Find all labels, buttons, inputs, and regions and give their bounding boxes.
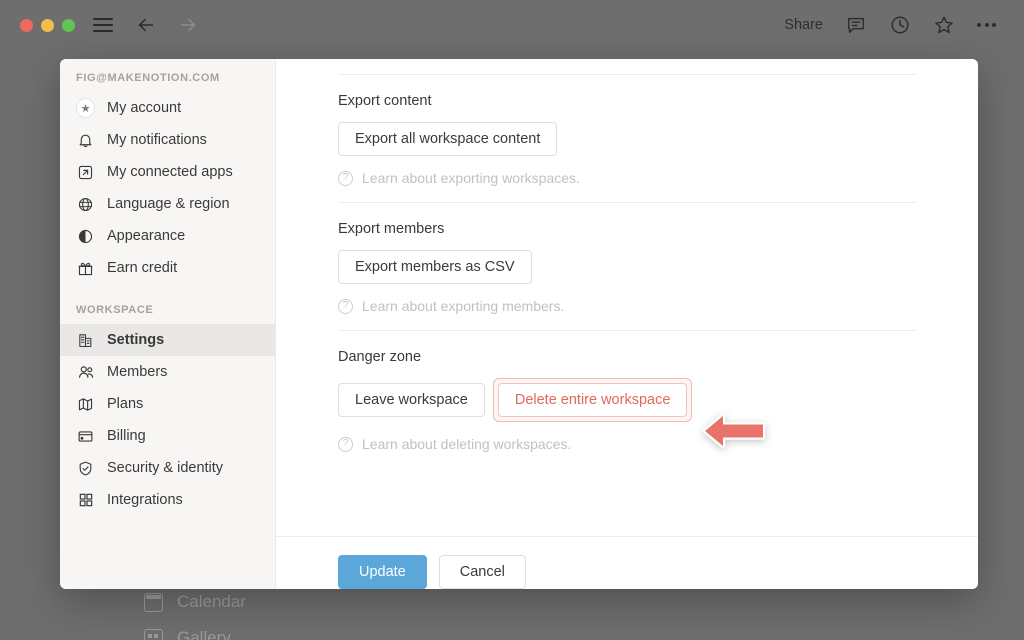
sidebar-item-security-identity[interactable]: Security & identity bbox=[60, 452, 275, 484]
danger-zone-title: Danger zone bbox=[338, 349, 928, 365]
traffic-lights bbox=[20, 19, 75, 32]
sidebar-item-label: Integrations bbox=[107, 492, 183, 508]
help-text: Learn about exporting members. bbox=[362, 298, 564, 314]
avatar-icon: ★ bbox=[76, 99, 95, 118]
forward-arrow-icon[interactable] bbox=[177, 14, 199, 36]
account-section-header: FIG@MAKENOTION.COM bbox=[60, 72, 275, 84]
external-link-icon bbox=[76, 163, 95, 182]
sidebar-item-members[interactable]: Members bbox=[60, 356, 275, 388]
gift-icon bbox=[76, 259, 95, 278]
titlebar-actions: Share bbox=[784, 14, 996, 36]
sidebar-item-appearance[interactable]: Appearance bbox=[60, 220, 275, 252]
star-icon[interactable] bbox=[933, 14, 955, 36]
sidebar-item-label: Members bbox=[107, 364, 167, 380]
sidebar-item-label: My connected apps bbox=[107, 164, 233, 180]
export-members-help[interactable]: ? Learn about exporting members. bbox=[338, 298, 928, 314]
gallery-icon bbox=[144, 629, 163, 640]
sidebar-item-label: Earn credit bbox=[107, 260, 177, 276]
window-chrome: Calendar Gallery bbox=[8, 4, 1016, 640]
sidebar-item-label: Billing bbox=[107, 428, 146, 444]
back-arrow-icon[interactable] bbox=[135, 14, 157, 36]
background-item-gallery[interactable]: Gallery bbox=[144, 628, 231, 640]
sidebar-item-label: Settings bbox=[107, 332, 164, 348]
sidebar-item-billing[interactable]: Billing bbox=[60, 420, 275, 452]
danger-zone-help[interactable]: ? Learn about deleting workspaces. bbox=[338, 436, 928, 452]
sidebar-item-integrations[interactable]: Integrations bbox=[60, 484, 275, 516]
question-mark-icon: ? bbox=[338, 299, 353, 314]
export-content-section: Export content Export all workspace cont… bbox=[326, 75, 928, 186]
more-options-icon[interactable] bbox=[977, 23, 996, 27]
danger-zone-section: Danger zone Leave workspace Delete entir… bbox=[326, 331, 928, 452]
export-all-workspace-content-button[interactable]: Export all workspace content bbox=[338, 122, 557, 156]
clock-icon[interactable] bbox=[889, 14, 911, 36]
danger-zone-actions: Leave workspace Delete entire workspace bbox=[338, 378, 928, 422]
credit-card-icon bbox=[76, 427, 95, 446]
menu-icon[interactable] bbox=[93, 18, 113, 32]
settings-content: Export content Export all workspace cont… bbox=[276, 59, 978, 589]
people-icon bbox=[76, 363, 95, 382]
settings-modal: FIG@MAKENOTION.COM ★ My account My notif… bbox=[60, 59, 978, 589]
moon-icon bbox=[76, 227, 95, 246]
navigation-arrows bbox=[135, 14, 199, 36]
export-members-section: Export members Export members as CSV ? L… bbox=[326, 203, 928, 314]
background-item-calendar[interactable]: Calendar bbox=[144, 592, 246, 612]
delete-button-highlight: Delete entire workspace bbox=[493, 378, 693, 422]
sidebar-item-label: My notifications bbox=[107, 132, 207, 148]
sidebar-item-my-connected-apps[interactable]: My connected apps bbox=[60, 156, 275, 188]
cancel-button[interactable]: Cancel bbox=[439, 555, 526, 589]
settings-sidebar: FIG@MAKENOTION.COM ★ My account My notif… bbox=[60, 59, 276, 589]
minimize-window-button[interactable] bbox=[41, 19, 54, 32]
help-text: Learn about deleting workspaces. bbox=[362, 436, 571, 452]
modal-footer: Update Cancel bbox=[276, 536, 978, 589]
update-button[interactable]: Update bbox=[338, 555, 427, 589]
export-members-as-csv-button[interactable]: Export members as CSV bbox=[338, 250, 532, 284]
titlebar: Share bbox=[8, 4, 1016, 46]
sidebar-item-label: Security & identity bbox=[107, 460, 223, 476]
bell-icon bbox=[76, 131, 95, 150]
delete-entire-workspace-button[interactable]: Delete entire workspace bbox=[498, 383, 688, 417]
sidebar-item-language-region[interactable]: Language & region bbox=[60, 188, 275, 220]
sidebar-item-settings[interactable]: Settings bbox=[60, 324, 275, 356]
app-root: Calendar Gallery bbox=[0, 0, 1024, 640]
sidebar-item-label: Plans bbox=[107, 396, 143, 412]
sidebar-item-label: My account bbox=[107, 100, 181, 116]
close-window-button[interactable] bbox=[20, 19, 33, 32]
settings-sections: Export content Export all workspace cont… bbox=[276, 59, 978, 536]
shield-icon bbox=[76, 459, 95, 478]
help-text: Learn about exporting workspaces. bbox=[362, 170, 580, 186]
question-mark-icon: ? bbox=[338, 437, 353, 452]
export-content-title: Export content bbox=[338, 93, 928, 109]
share-button[interactable]: Share bbox=[784, 17, 823, 33]
globe-icon bbox=[76, 195, 95, 214]
question-mark-icon: ? bbox=[338, 171, 353, 186]
leave-workspace-button[interactable]: Leave workspace bbox=[338, 383, 485, 417]
sidebar-item-label: Appearance bbox=[107, 228, 185, 244]
comment-bubble-icon[interactable] bbox=[845, 14, 867, 36]
sidebar-item-my-notifications[interactable]: My notifications bbox=[60, 124, 275, 156]
calendar-icon bbox=[144, 593, 163, 612]
export-content-help[interactable]: ? Learn about exporting workspaces. bbox=[338, 170, 928, 186]
export-members-title: Export members bbox=[338, 221, 928, 237]
grid-icon bbox=[76, 491, 95, 510]
workspace-section-header: WORKSPACE bbox=[60, 304, 275, 316]
map-icon bbox=[76, 395, 95, 414]
background-item-label: Gallery bbox=[177, 628, 231, 640]
building-icon bbox=[76, 331, 95, 350]
sidebar-item-label: Language & region bbox=[107, 196, 230, 212]
maximize-window-button[interactable] bbox=[62, 19, 75, 32]
sidebar-item-my-account[interactable]: ★ My account bbox=[60, 92, 275, 124]
sidebar-item-plans[interactable]: Plans bbox=[60, 388, 275, 420]
background-item-label: Calendar bbox=[177, 592, 246, 612]
sidebar-item-earn-credit[interactable]: Earn credit bbox=[60, 252, 275, 284]
